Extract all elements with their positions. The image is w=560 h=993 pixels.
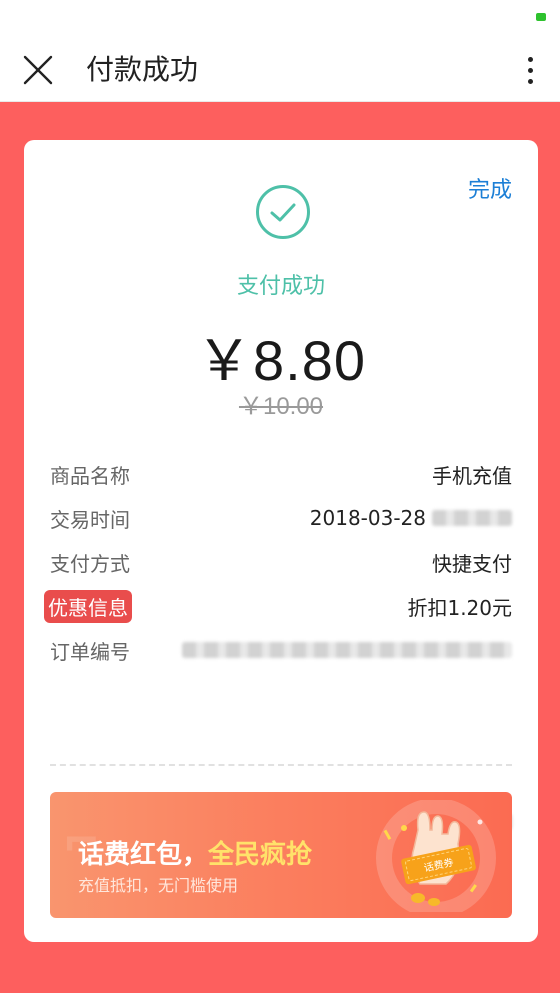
original-amount: ￥10.00: [238, 393, 324, 420]
done-button[interactable]: 完成: [468, 172, 512, 204]
detail-label: 商品名称: [50, 463, 130, 488]
battery-icon: [536, 13, 546, 21]
redacted-order-number: [182, 642, 512, 658]
banner-title: 话费红包，全民疯抢: [78, 840, 313, 870]
detail-row-order-number: 订单编号: [50, 628, 512, 672]
status-bar: [0, 0, 560, 36]
detail-row-time: 交易时间 2018-03-28: [50, 496, 512, 540]
more-vertical-icon: [527, 56, 533, 62]
detail-value: 2018-03-28: [309, 506, 426, 530]
detail-label: 支付方式: [50, 551, 130, 576]
discount-badge: 优惠信息: [44, 589, 132, 623]
hand-coupon-illustration: 话费券: [376, 800, 496, 912]
detail-value: 折扣1.20元: [407, 595, 512, 620]
order-details: 商品名称 手机充值 交易时间 2018-03-28 支付方式 快捷支付 优惠信息…: [44, 452, 512, 672]
page-title: 付款成功: [86, 53, 199, 86]
detail-row-product: 商品名称 手机充值: [50, 452, 512, 496]
more-options-button[interactable]: [514, 50, 546, 90]
app-bar: 付款成功: [0, 36, 560, 102]
close-button[interactable]: [18, 50, 58, 90]
banner-subtitle: 充值抵扣，无门槛使用: [78, 876, 239, 895]
dashed-divider: [50, 764, 512, 766]
check-circle-icon: [256, 185, 310, 239]
paid-amount: ￥8.80: [196, 329, 366, 392]
detail-value: 手机充值: [432, 463, 512, 488]
detail-label: 订单编号: [50, 639, 130, 664]
close-icon: [23, 55, 53, 85]
payment-result-card: 完成 支付成功 ￥8.80 ￥10.00 商品名称 手机充值 交易时间 2018…: [24, 140, 538, 942]
detail-value: 快捷支付: [432, 551, 512, 576]
payment-status-text: 支付成功: [236, 274, 325, 299]
detail-row-payment-method: 支付方式 快捷支付: [50, 540, 512, 584]
detail-row-discount: 优惠信息 折扣1.20元: [44, 584, 512, 628]
promo-banner[interactable]: ⌐ 话费红包，全民疯抢 充值抵扣，无门槛使用 话费券: [50, 792, 512, 918]
redacted-text: [432, 510, 512, 526]
detail-label: 交易时间: [50, 507, 130, 532]
